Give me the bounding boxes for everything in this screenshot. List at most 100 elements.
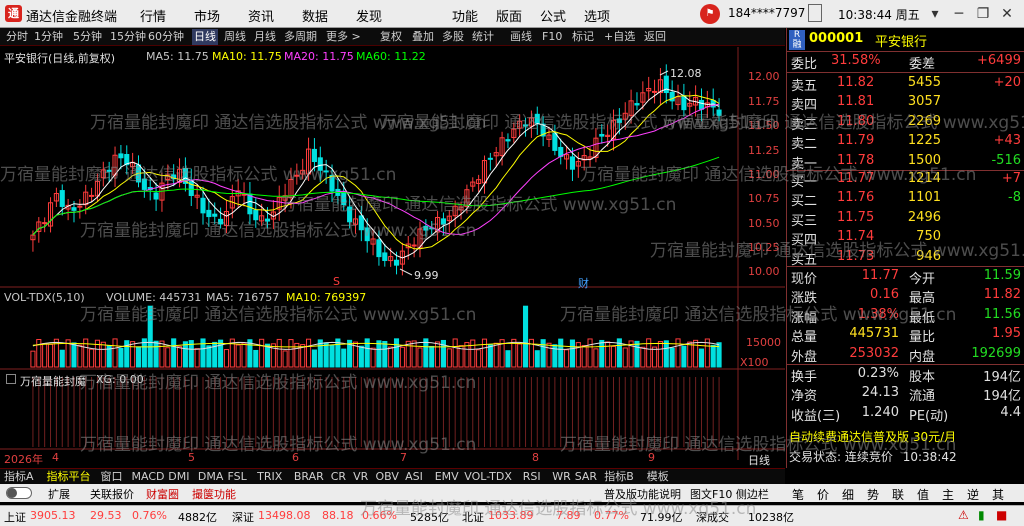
bid-row[interactable]: 买四 11.74 750 bbox=[791, 229, 1021, 248]
panel-action-button[interactable]: 主 bbox=[942, 486, 954, 503]
menu-data[interactable]: 数据 bbox=[302, 6, 328, 25]
indicator-tab[interactable]: 指标A bbox=[4, 470, 34, 484]
toolbar-item[interactable]: 分时 bbox=[6, 29, 28, 45]
bid-row[interactable]: 买五 11.73 946 bbox=[791, 249, 1021, 268]
indicator-tab[interactable]: 窗口 bbox=[101, 470, 123, 484]
indicator-tab[interactable]: WR bbox=[552, 470, 571, 484]
wealth-circle-link[interactable]: 财富圈 bbox=[146, 486, 179, 502]
panel-action-button[interactable]: 联 bbox=[892, 486, 904, 503]
menu-layout[interactable]: 版面 bbox=[496, 6, 522, 25]
indicator-tab[interactable]: DMA bbox=[198, 470, 224, 484]
toolbar-item-active[interactable]: 日线 bbox=[192, 29, 218, 45]
maximize-icon[interactable]: ❐ bbox=[972, 3, 994, 25]
toolbar-item[interactable]: F10 bbox=[542, 29, 562, 45]
ask-row[interactable]: 卖五 11.82 5455 +20 bbox=[791, 75, 1021, 94]
finance-marker[interactable]: 财 bbox=[578, 275, 589, 291]
toolbar-item[interactable]: 复权 bbox=[380, 29, 402, 45]
toolbar-item[interactable]: 多股 bbox=[442, 29, 464, 45]
menu-market[interactable]: 市场 bbox=[194, 6, 220, 25]
indicator-tab[interactable]: MACD bbox=[132, 470, 165, 484]
menu-news[interactable]: 资讯 bbox=[248, 6, 274, 25]
panel-action-button[interactable]: 笔 bbox=[792, 486, 804, 503]
signal-s-marker[interactable]: S bbox=[333, 275, 340, 288]
ask-row[interactable]: 卖一 11.78 1500 -516 bbox=[791, 153, 1021, 172]
ask-row[interactable]: 卖四 11.81 3057 bbox=[791, 94, 1021, 113]
indicator-tab[interactable]: FSL bbox=[228, 470, 247, 484]
candle-body bbox=[616, 118, 622, 123]
bid-row[interactable]: 买三 11.75 2496 bbox=[791, 210, 1021, 229]
ask-row[interactable]: 卖二 11.79 1225 +43 bbox=[791, 133, 1021, 152]
menu-formula[interactable]: 公式 bbox=[540, 6, 566, 25]
stat-label: 最低 bbox=[909, 310, 936, 326]
menu-discover[interactable]: 发现 bbox=[356, 6, 382, 25]
indicator-tab[interactable]: EMV bbox=[435, 470, 459, 484]
toolbar-item[interactable]: 标记 bbox=[572, 29, 594, 45]
panel-action-button[interactable]: 其 bbox=[992, 486, 1004, 503]
indicator-tab[interactable]: OBV bbox=[376, 470, 399, 484]
feature-info-link[interactable]: 普及版功能说明 bbox=[604, 486, 681, 502]
volume-bar bbox=[153, 340, 159, 368]
toolbar-item[interactable]: 周线 bbox=[224, 29, 246, 45]
signal-icon[interactable]: ▮ bbox=[978, 508, 985, 522]
index-bz-value: 1033.89 bbox=[488, 509, 534, 522]
minimize-icon[interactable]: ─ bbox=[948, 3, 970, 25]
indicator-tab[interactable]: TRIX bbox=[257, 470, 282, 484]
panel-action-button[interactable]: 势 bbox=[867, 486, 879, 503]
indicator-tab[interactable]: 指标平台 bbox=[47, 470, 91, 484]
stock-code[interactable]: 000001 bbox=[809, 31, 863, 46]
panel-action-button[interactable]: 值 bbox=[917, 486, 929, 503]
toolbar-item[interactable]: 多周期 bbox=[284, 29, 317, 45]
toolbar-item[interactable]: 15分钟 bbox=[110, 29, 146, 45]
indicator-tab[interactable]: 模板 bbox=[647, 470, 669, 484]
bid-row[interactable]: 买一 11.77 1214 +7 bbox=[791, 171, 1021, 190]
toolbar-item[interactable]: 月线 bbox=[254, 29, 276, 45]
f10-sidebar-link[interactable]: 图文F10 侧边栏 bbox=[690, 486, 769, 502]
toggle-switch[interactable] bbox=[6, 487, 32, 499]
menu-down-icon[interactable]: ▾ bbox=[924, 3, 946, 25]
panel-action-button[interactable]: 逆 bbox=[967, 486, 979, 503]
account-id[interactable]: 184****7797 bbox=[728, 6, 805, 20]
expand-button[interactable]: 扩展 bbox=[48, 486, 70, 502]
indicator-tab-bar: 指标A 指标平台 窗口 MACD DMI DMA FSL TRIX BRAR CR VR OBV ASI… bbox=[0, 468, 785, 484]
panel-action-button[interactable]: 价 bbox=[817, 486, 829, 503]
toolbar-item[interactable]: 1分钟 bbox=[34, 29, 63, 45]
toolbar-item[interactable]: 叠加 bbox=[412, 29, 434, 45]
month-label: 5 bbox=[188, 451, 195, 464]
bid-row[interactable]: 买二 11.76 1101 -8 bbox=[791, 190, 1021, 209]
toolbar-item[interactable]: 统计 bbox=[472, 29, 494, 45]
lock-icon[interactable]: ■ bbox=[996, 508, 1007, 522]
indicator-toggle-icon[interactable] bbox=[6, 374, 16, 384]
indicator-tab[interactable]: VOL-TDX bbox=[464, 470, 512, 484]
kline-chart-area[interactable]: 平安银行(日线,前复权) MA5: 11.75 MA10: 11.75 MA20… bbox=[0, 47, 785, 466]
toolbar-item[interactable]: +自选 bbox=[604, 29, 635, 45]
indicator-tab[interactable]: ASI bbox=[405, 470, 423, 484]
indicator-tab[interactable]: VR bbox=[353, 470, 368, 484]
volume-bar bbox=[575, 342, 581, 368]
toolbar-item[interactable]: 返回 bbox=[644, 29, 666, 45]
toolbar-item[interactable]: 5分钟 bbox=[73, 29, 102, 45]
volume-bar bbox=[276, 338, 282, 368]
menu-quotes[interactable]: 行情 bbox=[140, 6, 166, 25]
alert-icon[interactable]: ⚠ bbox=[958, 508, 969, 522]
indicator-tab[interactable]: BRAR bbox=[294, 470, 324, 484]
toolbar-item[interactable]: 60分钟 bbox=[148, 29, 184, 45]
stock-name[interactable]: 平安银行 bbox=[875, 31, 927, 50]
index-bz-name: 北证 bbox=[462, 511, 484, 524]
menu-functions[interactable]: 功能 bbox=[452, 6, 478, 25]
menu-options[interactable]: 选项 bbox=[584, 6, 610, 25]
indicator-tab[interactable]: DMI bbox=[168, 470, 189, 484]
subscription-notice[interactable]: 自动续费通达信普及版 30元/月 bbox=[789, 428, 956, 445]
extra-function-link[interactable]: 撮箧功能 bbox=[192, 486, 236, 502]
close-icon[interactable]: ✕ bbox=[996, 3, 1018, 25]
indicator-tab[interactable]: RSI bbox=[523, 470, 541, 484]
ask-row[interactable]: 卖三 11.80 2269 bbox=[791, 114, 1021, 133]
toolbar-item[interactable]: 更多 > bbox=[326, 29, 361, 45]
panel-action-button[interactable]: 细 bbox=[842, 486, 854, 503]
volume-bar bbox=[710, 344, 716, 368]
toolbar-item[interactable]: 画线 bbox=[510, 29, 532, 45]
related-quote-link[interactable]: 关联报价 bbox=[90, 486, 134, 502]
indicator-tab[interactable]: SAR bbox=[575, 470, 597, 484]
indicator-tab[interactable]: CR bbox=[331, 470, 346, 484]
indicator-tab[interactable]: 指标B bbox=[604, 470, 634, 484]
news-icon[interactable]: ⚑ bbox=[700, 4, 720, 24]
